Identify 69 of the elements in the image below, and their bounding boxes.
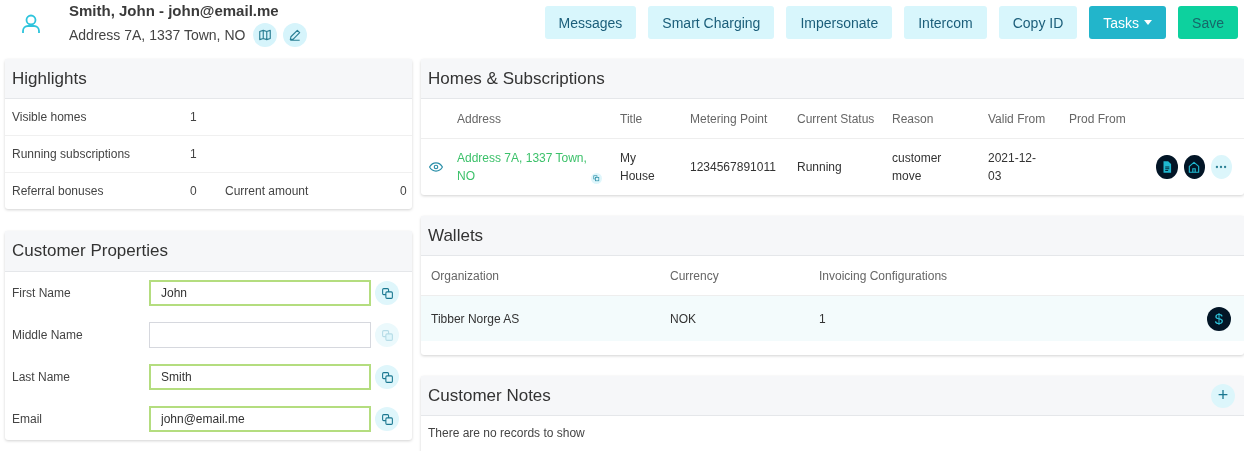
stat-label: Referral bonuses: [12, 184, 105, 198]
action-button[interactable]: Smart Charging: [648, 6, 775, 39]
column-header: Reason: [892, 99, 988, 139]
more-button[interactable]: [1210, 155, 1232, 179]
stat-value: 0: [400, 184, 407, 198]
field-label: Last Name: [12, 370, 72, 384]
add-button[interactable]: +: [1211, 383, 1235, 408]
customer-address: Address 7A, 1337 Town, NO: [69, 27, 246, 43]
copy-button[interactable]: [375, 365, 399, 389]
pencil-icon: [288, 28, 303, 42]
table-cell: NOK: [670, 311, 696, 326]
stat-label: Running subscriptions: [12, 147, 132, 161]
map-icon: [258, 28, 273, 42]
table-cell: Tibber Norge AS: [431, 311, 520, 326]
copy-icon: [380, 370, 394, 384]
table-cell-text: My House: [620, 150, 656, 185]
column-header: Title: [620, 99, 690, 139]
table-cell-text: 2021-12-03: [988, 150, 1038, 185]
column-header: Address: [457, 99, 620, 139]
copy-icon: [380, 286, 394, 300]
eye-icon[interactable]: [429, 160, 443, 174]
input-field[interactable]: john@email.me: [149, 406, 371, 432]
user-icon: [19, 12, 43, 36]
column-header: Currency: [660, 256, 809, 296]
stat-label: Visible homes: [12, 110, 88, 124]
field-label: First Name: [12, 286, 72, 300]
home-button[interactable]: [1183, 155, 1205, 179]
empty-message: There are no records to show: [427, 425, 586, 442]
input-field[interactable]: John: [149, 280, 371, 306]
action-button[interactable]: Impersonate: [786, 6, 893, 39]
house-icon: [1187, 160, 1202, 174]
column-header: Invoicing Configurations: [809, 256, 1133, 296]
stat-value: 1: [190, 110, 198, 124]
field-label: Email: [12, 412, 43, 426]
customer-name: Smith, John - john@email.me: [69, 2, 280, 19]
stat-value: 0: [190, 184, 198, 198]
copy-icon: [380, 328, 394, 342]
stat-label: Current amount: [225, 184, 310, 198]
action-button[interactable]: Messages: [544, 6, 637, 39]
copy-icon[interactable]: [591, 173, 602, 184]
column-header: Current Status: [797, 99, 892, 139]
card-title: Customer Properties: [12, 241, 168, 261]
table-cell: Running: [797, 160, 842, 174]
action-button[interactable]: Copy ID: [998, 6, 1078, 39]
table-cell: 1: [819, 311, 826, 326]
card-title: Customer Notes: [428, 385, 551, 406]
input-field[interactable]: Smith: [149, 364, 371, 390]
copy-button[interactable]: [375, 281, 399, 305]
card-title: Highlights: [12, 68, 87, 89]
column-header: Prod From: [1069, 99, 1157, 139]
table-cell: 1234567891011: [690, 160, 776, 174]
column-header: Metering Point: [690, 99, 797, 139]
input-field[interactable]: [149, 322, 371, 348]
edit-button[interactable]: [283, 23, 308, 47]
card-title: Homes & Subscriptions: [428, 68, 605, 89]
document-button[interactable]: [1156, 155, 1178, 179]
column-header: Organization: [421, 256, 660, 296]
field-label: Middle Name: [12, 328, 84, 342]
table-cell-text: customer move: [892, 150, 940, 185]
column-header: Valid From: [988, 99, 1069, 139]
map-button[interactable]: [253, 23, 278, 47]
card-title: Wallets: [428, 225, 484, 246]
save-button[interactable]: Save: [1178, 6, 1238, 39]
action-button[interactable]: Intercom: [904, 6, 987, 39]
wallet-button[interactable]: $: [1207, 306, 1231, 331]
caret-icon: [1144, 20, 1153, 25]
copy-button[interactable]: [375, 407, 399, 431]
copy-icon: [380, 412, 394, 426]
stat-value: 1: [190, 147, 198, 161]
